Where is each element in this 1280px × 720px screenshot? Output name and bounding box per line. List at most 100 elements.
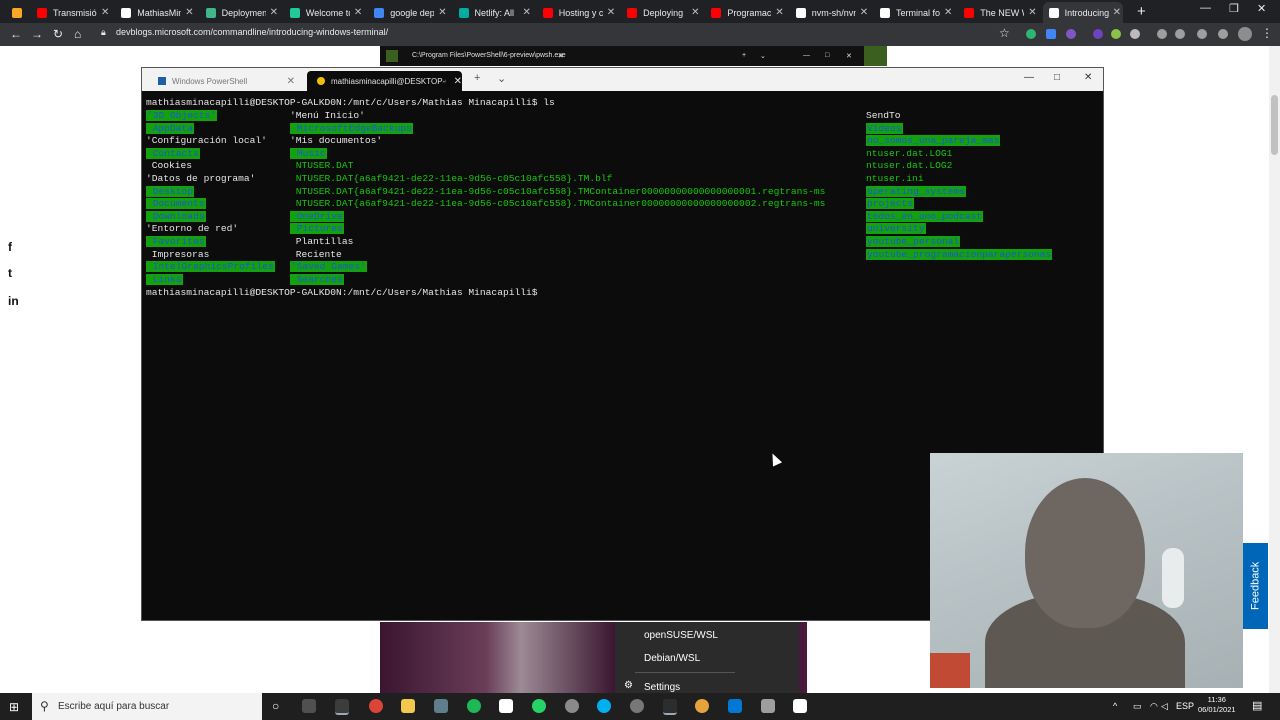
terminal-minimize-icon[interactable]: — [1024, 72, 1034, 83]
task-view-icon[interactable] [302, 699, 316, 713]
extension-icon[interactable] [1111, 29, 1121, 39]
calculator-icon[interactable] [434, 699, 448, 713]
browser-tab[interactable]: google dep ✕ [368, 2, 448, 23]
close-window-button[interactable]: ✕ [1257, 2, 1266, 15]
translate-extension-icon[interactable] [1046, 29, 1056, 39]
app-icon[interactable] [761, 699, 775, 713]
linkedin-share-icon[interactable]: in [8, 294, 19, 308]
app-icon[interactable] [565, 699, 579, 713]
twitter-share-icon[interactable]: t [8, 266, 12, 280]
extension-icon[interactable] [1093, 29, 1103, 39]
extension-icon[interactable] [1157, 29, 1167, 39]
tab-close-icon[interactable]: ✕ [860, 7, 868, 18]
taskbar-search-box[interactable]: ⚲ Escribe aquí para buscar [32, 693, 262, 720]
pwsh-maximize-icon[interactable]: □ [825, 52, 829, 59]
menu-item-settings[interactable]: Settings [644, 682, 680, 693]
page-scrollbar-thumb[interactable] [1271, 95, 1278, 155]
cortana-icon[interactable]: ○ [272, 699, 279, 713]
browser-tab[interactable]: Transmisión ✕ [31, 2, 111, 23]
pwsh-dropdown-icon[interactable]: ⌄ [760, 52, 766, 60]
windows-start-icon[interactable]: ⊞ [9, 700, 19, 714]
browser-app-icon[interactable] [6, 2, 26, 23]
browser-tab[interactable]: Hosting y cl ✕ [537, 2, 617, 23]
whatsapp-icon[interactable] [532, 699, 546, 713]
terminal-taskbar-icon[interactable] [335, 699, 349, 715]
chrome-taskbar-icon[interactable] [369, 699, 383, 713]
tab-close-icon[interactable]: ✕ [438, 7, 446, 18]
tab-close-icon[interactable]: ✕ [354, 7, 362, 18]
browser-tab[interactable]: Introducing ✕ [1042, 2, 1123, 23]
browser-tab[interactable]: Programaci ✕ [705, 2, 785, 23]
new-tab-button[interactable]: + [1137, 3, 1146, 20]
reload-button[interactable]: ↻ [53, 27, 63, 41]
home-button[interactable]: ⌂ [74, 27, 81, 41]
tab-close-icon[interactable]: ✕ [775, 7, 783, 18]
tab-close-icon[interactable]: ✕ [185, 7, 193, 18]
profile-dropdown-icon[interactable]: ⌄ [497, 72, 506, 85]
tab-close-icon[interactable]: ✕ [691, 7, 699, 18]
obs-icon[interactable] [630, 699, 644, 713]
back-button[interactable]: ← [10, 27, 22, 41]
tab-close-icon[interactable]: ✕ [270, 7, 278, 18]
pwsh-tab-close-icon[interactable]: ✕ [558, 52, 564, 60]
spotify-icon[interactable] [467, 699, 481, 713]
tray-chevron-icon[interactable]: ^ [1113, 701, 1117, 711]
profile-avatar[interactable] [1238, 27, 1252, 41]
menu-item-opensuse[interactable]: openSUSE/WSL [644, 630, 718, 641]
pwsh-new-tab-icon[interactable]: + [742, 52, 746, 59]
browser-tab[interactable]: Netlify: All ✕ [453, 2, 533, 23]
menu-kebab-icon[interactable]: ⋮ [1261, 26, 1273, 40]
terminal-tab-wsl[interactable]: mathiasminacapilli@DESKTOP-C ✕ [307, 71, 462, 91]
extension-icon[interactable] [1175, 29, 1185, 39]
extension-icon[interactable] [1130, 29, 1140, 39]
bookmark-star-icon[interactable]: ☆ [999, 26, 1010, 40]
language-indicator[interactable]: ESP [1176, 701, 1194, 711]
app-icon[interactable] [695, 699, 709, 713]
notifications-icon[interactable]: ▤ [1252, 699, 1262, 712]
extension-icon[interactable] [1066, 29, 1076, 39]
extension-icon[interactable] [1197, 29, 1207, 39]
file-explorer-icon[interactable] [401, 699, 415, 713]
browser-tab[interactable]: MathiasMin ✕ [115, 2, 195, 23]
tab-close-icon[interactable]: ✕ [454, 76, 462, 87]
browser-tab[interactable]: Deploymen ✕ [200, 2, 280, 23]
volume-icon[interactable]: ◁ [1161, 701, 1168, 712]
taskbar-clock[interactable]: 11:36 06/01/2021 [1198, 695, 1236, 715]
network-icon[interactable]: ▭ [1133, 701, 1142, 712]
pwsh-minimize-icon[interactable]: — [803, 52, 810, 59]
tab-close-icon[interactable]: ✕ [287, 76, 295, 87]
menu-item-debian[interactable]: Debian/WSL [644, 653, 700, 664]
browser-tab[interactable]: Welcome tc ✕ [284, 2, 364, 23]
pwsh-close-icon[interactable]: ✕ [846, 52, 852, 60]
terminal-close-icon[interactable]: ✕ [1084, 72, 1092, 83]
browser-tab[interactable]: The NEW W ✕ [958, 2, 1038, 23]
facebook-share-icon[interactable]: f [8, 240, 12, 254]
address-bar[interactable]: devblogs.microsoft.com/commandline/intro… [116, 27, 388, 37]
maximize-button[interactable]: ❐ [1229, 2, 1239, 15]
feedback-button[interactable]: Feedback [1243, 543, 1268, 629]
tab-close-icon[interactable]: ✕ [1113, 7, 1121, 18]
forward-button[interactable]: → [31, 27, 43, 41]
browser-tab[interactable]: Deploying ✕ [621, 2, 701, 23]
tab-close-icon[interactable]: ✕ [101, 7, 109, 18]
tab-close-icon[interactable]: ✕ [1028, 7, 1036, 18]
minimize-button[interactable]: — [1200, 2, 1211, 14]
powershell-taskbar-icon[interactable] [663, 699, 677, 715]
vscode-icon[interactable] [728, 699, 742, 713]
store-icon[interactable] [793, 699, 807, 713]
tab-favicon-icon [37, 7, 47, 18]
extensions-puzzle-icon[interactable] [1218, 29, 1228, 39]
pwsh-window-titlebar[interactable]: C:\Program Files\PowerShell\6-preview\pw… [380, 46, 887, 66]
browser-tab[interactable]: Terminal fo ✕ [874, 2, 954, 23]
notion-icon[interactable] [499, 699, 513, 713]
terminal-maximize-icon[interactable]: □ [1054, 72, 1060, 83]
tab-close-icon[interactable]: ✕ [607, 7, 615, 18]
tab-close-icon[interactable]: ✕ [944, 7, 952, 18]
extension-icon[interactable] [1026, 29, 1036, 39]
browser-tab[interactable]: nvm-sh/nvm ✕ [790, 2, 870, 23]
wifi-icon[interactable]: ◠ [1150, 701, 1158, 712]
tab-close-icon[interactable]: ✕ [523, 7, 531, 18]
skype-icon[interactable] [597, 699, 611, 713]
new-terminal-tab-icon[interactable]: + [474, 72, 480, 84]
terminal-tab-powershell[interactable]: Windows PowerShell ✕ [148, 71, 303, 91]
